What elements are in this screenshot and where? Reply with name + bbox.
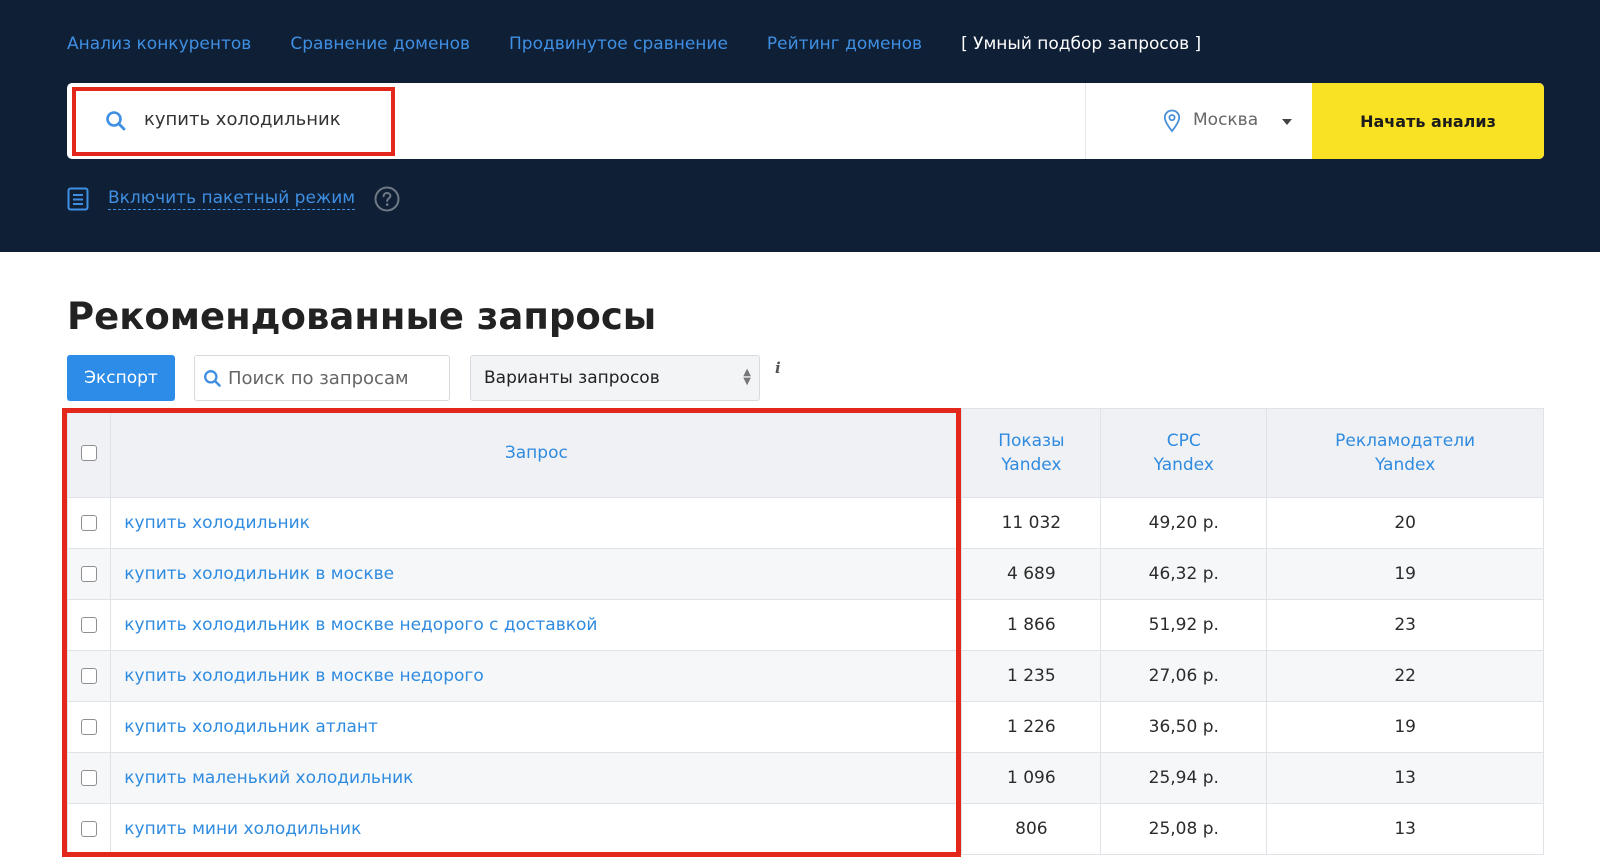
cpc-value: 25,94 р. bbox=[1101, 753, 1267, 804]
cpc-value: 27,06 р. bbox=[1101, 651, 1267, 702]
row-checkbox[interactable] bbox=[81, 770, 97, 786]
top-header: Анализ конкурентов Сравнение доменов Про… bbox=[0, 0, 1600, 252]
advertisers-value: 13 bbox=[1267, 753, 1544, 804]
table-row: купить холодильник 11 032 49,20 р. 20 bbox=[68, 498, 1544, 549]
row-select-cell bbox=[68, 753, 111, 804]
shows-value: 1 226 bbox=[962, 702, 1101, 753]
column-header-advertisers[interactable]: Рекламодатели Yandex bbox=[1267, 409, 1544, 498]
row-checkbox[interactable] bbox=[81, 821, 97, 837]
table-row: купить холодильник атлант 1 226 36,50 р.… bbox=[68, 702, 1544, 753]
batch-mode-toggle-link[interactable]: Включить пакетный режим bbox=[108, 188, 355, 210]
batch-mode-row: Включить пакетный режим bbox=[67, 186, 400, 212]
search-icon bbox=[203, 369, 222, 388]
shows-value: 1 866 bbox=[962, 600, 1101, 651]
header-select-all-cell bbox=[68, 409, 111, 498]
shows-value: 11 032 bbox=[962, 498, 1101, 549]
nav-item-competitor-analysis[interactable]: Анализ конкурентов bbox=[67, 34, 251, 54]
column-header-query[interactable]: Запрос bbox=[111, 409, 962, 498]
advertisers-value: 23 bbox=[1267, 600, 1544, 651]
select-arrows-icon: ▲▼ bbox=[743, 368, 751, 386]
query-link[interactable]: купить холодильник bbox=[111, 498, 962, 549]
query-filter-field[interactable] bbox=[194, 355, 450, 401]
cpc-value: 25,08 р. bbox=[1101, 804, 1267, 855]
advertisers-value: 13 bbox=[1267, 804, 1544, 855]
row-select-cell bbox=[68, 549, 111, 600]
table-row: купить холодильник в москве 4 689 46,32 … bbox=[68, 549, 1544, 600]
region-select[interactable]: Москва bbox=[1085, 83, 1312, 159]
column-header-advertisers-line2: Yandex bbox=[1375, 455, 1435, 475]
advertisers-value: 19 bbox=[1267, 702, 1544, 753]
start-analysis-button[interactable]: Начать анализ bbox=[1312, 83, 1544, 159]
region-value: Москва bbox=[1193, 110, 1258, 130]
column-header-shows-line2: Yandex bbox=[1001, 455, 1061, 475]
row-select-cell bbox=[68, 702, 111, 753]
recommended-queries-table: Запрос Показы Yandex CPC Yandex Рекламод… bbox=[67, 408, 1544, 855]
shows-value: 4 689 bbox=[962, 549, 1101, 600]
table-row: купить холодильник в москве недорого 1 2… bbox=[68, 651, 1544, 702]
query-variants-value: Варианты запросов bbox=[484, 368, 660, 388]
query-link[interactable]: купить холодильник в москве bbox=[111, 549, 962, 600]
cpc-value: 51,92 р. bbox=[1101, 600, 1267, 651]
query-link[interactable]: купить холодильник в москве недорого bbox=[111, 651, 962, 702]
nav-item-advanced-comparison[interactable]: Продвинутое сравнение bbox=[509, 34, 728, 54]
row-checkbox[interactable] bbox=[81, 668, 97, 684]
column-header-shows[interactable]: Показы Yandex bbox=[962, 409, 1101, 498]
table-row: купить мини холодильник 806 25,08 р. 13 bbox=[68, 804, 1544, 855]
nav-item-domain-rating[interactable]: Рейтинг доменов bbox=[767, 34, 922, 54]
row-select-cell bbox=[68, 804, 111, 855]
advertisers-value: 19 bbox=[1267, 549, 1544, 600]
table-row: купить холодильник в москве недорого с д… bbox=[68, 600, 1544, 651]
page-title: Рекомендованные запросы bbox=[67, 295, 656, 338]
export-button[interactable]: Экспорт bbox=[67, 355, 175, 401]
column-header-advertisers-line1: Рекламодатели bbox=[1335, 431, 1475, 451]
table-header-row: Запрос Показы Yandex CPC Yandex Рекламод… bbox=[68, 409, 1544, 498]
cpc-value: 49,20 р. bbox=[1101, 498, 1267, 549]
row-select-cell bbox=[68, 651, 111, 702]
main-nav: Анализ конкурентов Сравнение доменов Про… bbox=[67, 34, 1240, 54]
query-link[interactable]: купить холодильник в москве недорого с д… bbox=[111, 600, 962, 651]
query-link[interactable]: купить холодильник атлант bbox=[111, 702, 962, 753]
advertisers-value: 20 bbox=[1267, 498, 1544, 549]
help-icon[interactable] bbox=[374, 186, 400, 212]
location-pin-icon bbox=[1163, 109, 1181, 133]
row-checkbox[interactable] bbox=[81, 719, 97, 735]
row-select-cell bbox=[68, 600, 111, 651]
row-checkbox[interactable] bbox=[81, 515, 97, 531]
info-icon[interactable]: i bbox=[775, 359, 781, 377]
shows-value: 1 235 bbox=[962, 651, 1101, 702]
cpc-value: 46,32 р. bbox=[1101, 549, 1267, 600]
cpc-value: 36,50 р. bbox=[1101, 702, 1267, 753]
column-header-shows-line1: Показы bbox=[998, 431, 1064, 451]
advertisers-value: 22 bbox=[1267, 651, 1544, 702]
shows-value: 806 bbox=[962, 804, 1101, 855]
row-checkbox[interactable] bbox=[81, 617, 97, 633]
shows-value: 1 096 bbox=[962, 753, 1101, 804]
column-header-cpc[interactable]: CPC Yandex bbox=[1101, 409, 1267, 498]
search-highlight-frame bbox=[72, 87, 395, 156]
row-checkbox[interactable] bbox=[81, 566, 97, 582]
query-link[interactable]: купить мини холодильник bbox=[111, 804, 962, 855]
nav-item-domain-comparison[interactable]: Сравнение доменов bbox=[290, 34, 470, 54]
query-link[interactable]: купить маленький холодильник bbox=[111, 753, 962, 804]
list-icon bbox=[67, 187, 89, 211]
chevron-down-icon bbox=[1282, 119, 1292, 125]
column-header-cpc-line1: CPC bbox=[1167, 431, 1201, 451]
table-row: купить маленький холодильник 1 096 25,94… bbox=[68, 753, 1544, 804]
row-select-cell bbox=[68, 498, 111, 549]
select-all-checkbox[interactable] bbox=[81, 445, 97, 461]
query-variants-select[interactable]: Варианты запросов ▲▼ bbox=[470, 355, 760, 401]
query-filter-input[interactable] bbox=[228, 364, 443, 392]
column-header-cpc-line2: Yandex bbox=[1154, 455, 1214, 475]
nav-item-smart-query-selection[interactable]: [ Умный подбор запросов ] bbox=[961, 34, 1201, 54]
